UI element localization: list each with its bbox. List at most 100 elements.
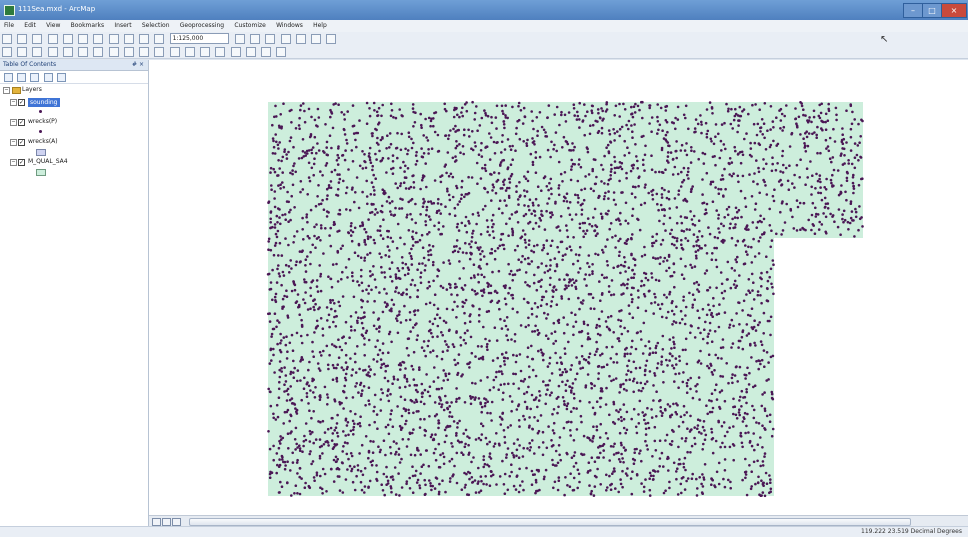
list-by-drawing-order-icon[interactable]	[4, 73, 13, 82]
map-scale-combo[interactable]: 1:125,000	[169, 33, 229, 44]
cut-icon[interactable]	[62, 34, 73, 44]
arctoolbox-icon[interactable]	[295, 34, 306, 44]
layer-label-sounding[interactable]: sounding	[28, 98, 60, 107]
table-of-contents-icon[interactable]	[250, 34, 261, 44]
layer-visibility-checkbox[interactable]: ✓	[18, 139, 25, 146]
list-by-source-icon[interactable]	[17, 73, 27, 82]
collapse-icon[interactable]: −	[10, 99, 17, 106]
menu-selection[interactable]: Selection	[138, 20, 174, 31]
refresh-icon[interactable]	[172, 518, 181, 526]
time-slider-icon[interactable]	[276, 47, 287, 57]
toc-pin-close[interactable]: # ×	[132, 60, 144, 70]
fixed-zoom-out-icon[interactable]	[78, 47, 89, 57]
collapse-icon[interactable]: −	[10, 159, 17, 166]
menu-insert[interactable]: Insert	[110, 20, 135, 31]
clear-selection-icon[interactable]	[139, 47, 150, 57]
menu-file[interactable]: File	[0, 20, 18, 31]
menu-windows[interactable]: Windows	[272, 20, 307, 31]
collapse-icon[interactable]: −	[10, 139, 17, 146]
sounding-point	[420, 123, 423, 127]
sounding-point	[534, 398, 537, 401]
close-button[interactable]: ×	[941, 3, 967, 18]
model-builder-icon[interactable]	[326, 34, 337, 44]
collapse-icon[interactable]: −	[10, 119, 17, 126]
find-icon[interactable]	[230, 47, 241, 57]
html-popup-icon[interactable]	[200, 47, 211, 57]
copy-icon[interactable]	[78, 34, 89, 44]
layer-row-wrecks-a[interactable]: − ✓ wrecks(A)	[0, 136, 148, 148]
open-icon[interactable]	[17, 34, 28, 44]
fixed-zoom-in-icon[interactable]	[62, 47, 73, 57]
delete-icon[interactable]	[108, 34, 119, 44]
sounding-point	[794, 107, 797, 110]
layers-group-row[interactable]: − Layers	[0, 84, 148, 96]
undo-icon[interactable]	[123, 34, 134, 44]
sounding-point	[406, 272, 410, 275]
hyperlink-icon[interactable]	[184, 47, 195, 57]
layer-visibility-checkbox[interactable]: ✓	[18, 99, 25, 106]
minimize-button[interactable]: –	[903, 3, 923, 18]
new-document-icon[interactable]	[2, 34, 12, 44]
back-extent-icon[interactable]	[93, 47, 104, 57]
sounding-point	[844, 190, 847, 194]
python-window-icon[interactable]	[310, 34, 321, 44]
zoom-out-icon[interactable]	[17, 47, 28, 57]
forward-extent-icon[interactable]	[108, 47, 119, 57]
sounding-point	[735, 260, 738, 264]
maximize-button[interactable]: □	[922, 3, 942, 18]
layer-row-m-qual-sa4[interactable]: − ✓ M_QUAL_SA4	[0, 156, 148, 168]
print-icon[interactable]	[47, 34, 58, 44]
select-elements-icon[interactable]	[154, 47, 165, 57]
list-by-selection-icon[interactable]	[43, 73, 53, 82]
layer-label-m-qual-sa4[interactable]: M_QUAL_SA4	[28, 156, 68, 168]
layer-label-wrecks-p[interactable]: wrecks(P)	[28, 116, 57, 128]
sounding-point	[379, 358, 383, 361]
m-qual-area-polygon[interactable]	[268, 102, 863, 496]
add-data-icon[interactable]	[154, 34, 165, 44]
sounding-point	[643, 186, 647, 189]
measure-icon[interactable]	[215, 47, 226, 57]
collapse-icon[interactable]: −	[3, 87, 10, 94]
data-view-icon[interactable]	[152, 518, 161, 526]
menu-customize[interactable]: Customize	[230, 20, 270, 31]
redo-icon[interactable]	[139, 34, 150, 44]
menu-view[interactable]: View	[42, 20, 64, 31]
editor-toolbar-icon[interactable]	[234, 34, 245, 44]
sounding-point	[343, 384, 346, 388]
list-by-visibility-icon[interactable]	[30, 73, 40, 82]
sounding-point	[429, 119, 433, 123]
layer-visibility-checkbox[interactable]: ✓	[18, 159, 25, 166]
sounding-point	[700, 120, 703, 124]
layer-row-wrecks-p[interactable]: − ✓ wrecks(P)	[0, 116, 148, 128]
full-extent-icon[interactable]	[47, 47, 58, 57]
horizontal-scrollbar-thumb[interactable]	[189, 518, 911, 526]
layer-row-sounding[interactable]: − ✓ sounding	[0, 96, 148, 108]
save-icon[interactable]	[32, 34, 43, 44]
sounding-point	[293, 492, 296, 495]
catalog-window-icon[interactable]	[265, 34, 276, 44]
menu-geoprocessing[interactable]: Geoprocessing	[176, 20, 228, 31]
menu-help[interactable]: Help	[309, 20, 331, 31]
sounding-point	[331, 263, 335, 266]
map-display[interactable]	[149, 60, 968, 515]
sounding-point	[750, 195, 754, 198]
go-to-xy-icon[interactable]	[260, 47, 271, 57]
sounding-point	[619, 319, 623, 323]
layer-visibility-checkbox[interactable]: ✓	[18, 119, 25, 126]
zoom-in-icon[interactable]	[2, 47, 12, 57]
sounding-point	[446, 349, 449, 352]
layout-view-icon[interactable]	[162, 518, 171, 526]
find-route-icon[interactable]	[245, 47, 256, 57]
menu-bookmarks[interactable]: Bookmarks	[67, 20, 109, 31]
menu-edit[interactable]: Edit	[20, 20, 40, 31]
search-window-icon[interactable]	[280, 34, 291, 44]
sounding-point	[745, 293, 748, 296]
toc-options-icon[interactable]	[56, 73, 66, 82]
layer-label-wrecks-a[interactable]: wrecks(A)	[28, 136, 58, 148]
pan-icon[interactable]	[32, 47, 43, 57]
paste-icon[interactable]	[93, 34, 104, 44]
map-canvas[interactable]	[149, 60, 968, 515]
sounding-point	[686, 477, 690, 480]
identify-icon[interactable]	[169, 47, 180, 57]
select-features-icon[interactable]	[123, 47, 134, 57]
